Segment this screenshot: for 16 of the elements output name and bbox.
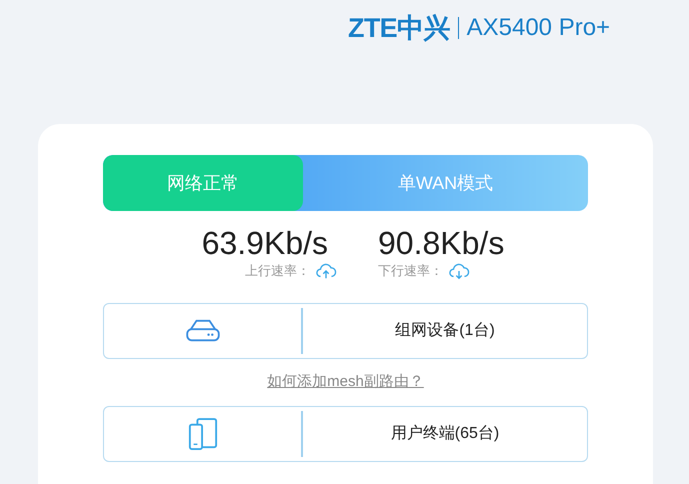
speed-value: 63.9Kb/s [202,225,328,261]
brand-logo: ZTE中兴 [348,12,450,45]
speed-label: 上行速率： [245,262,310,280]
phone-tablet-icon [188,417,218,451]
speed-label: 下行速率： [378,262,443,280]
model-name: AX5400 Pro+ [466,13,610,43]
help-link[interactable]: 如何添加mesh副路由？ [267,371,424,394]
cloud-download-icon [447,261,471,281]
device-row[interactable]: 组网设备(1台) [103,303,588,359]
speed-value: 90.8Kb/s [378,225,504,261]
device-count: 用户终端(65台) [390,424,500,444]
network-status: 网络正常 [103,155,303,211]
device-row[interactable]: 用户终端(65台) [103,406,588,462]
device-count: 组网设备(1台) [395,321,495,341]
wan-mode: 单WAN模式 [396,172,494,194]
cloud-upload-icon [314,261,338,281]
